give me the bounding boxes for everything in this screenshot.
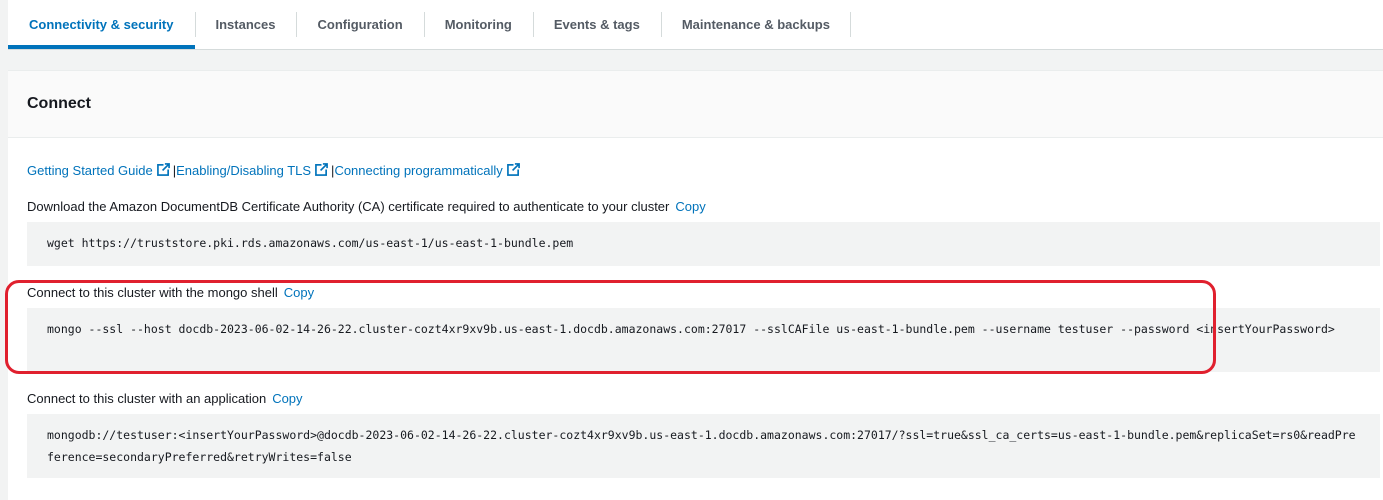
- tab-label: Monitoring: [444, 17, 512, 32]
- connecting-programmatically-link[interactable]: Connecting programmatically: [334, 163, 522, 178]
- ca-download-command[interactable]: wget https://truststore.pki.rds.amazonaw…: [27, 222, 1380, 266]
- getting-started-guide-link[interactable]: Getting Started Guide: [27, 163, 173, 178]
- copy-mongo-shell-command-button[interactable]: Copy: [284, 285, 314, 300]
- mongo-shell-label: Connect to this cluster with the mongo s…: [27, 285, 278, 300]
- tab-maintenance-backups[interactable]: Maintenance & backups: [660, 0, 852, 49]
- tab-label: Events & tags: [553, 17, 640, 32]
- ca-certificate-label: Download the Amazon DocumentDB Certifica…: [27, 199, 670, 214]
- doc-links: Getting Started Guide |Enabling/Disabling…: [27, 163, 523, 178]
- tab-configuration[interactable]: Configuration: [296, 0, 423, 49]
- tab-label: Maintenance & backups: [681, 17, 830, 32]
- ca-certificate-label-row: Download the Amazon DocumentDB Certifica…: [27, 199, 706, 214]
- enabling-disabling-tls-link[interactable]: Enabling/Disabling TLS: [176, 163, 331, 178]
- application-label: Connect to this cluster with an applicat…: [27, 391, 267, 406]
- tab-connectivity-security[interactable]: Connectivity & security: [8, 0, 195, 49]
- panel-header: Connect: [8, 71, 1383, 138]
- tab-label: Connectivity & security: [29, 17, 174, 32]
- connect-panel: Connect Getting Started Guide |Enabling/D…: [8, 70, 1383, 500]
- panel-title: Connect: [27, 95, 91, 112]
- copy-ca-command-button[interactable]: Copy: [675, 199, 705, 214]
- external-link-icon: [156, 163, 170, 176]
- tab-label: Instances: [215, 17, 276, 32]
- external-link-icon: [506, 163, 520, 176]
- active-tab-indicator: [8, 45, 195, 49]
- tab-monitoring[interactable]: Monitoring: [423, 0, 533, 49]
- mongo-shell-command[interactable]: mongo --ssl --host docdb-2023-06-02-14-2…: [27, 308, 1380, 372]
- application-label-row: Connect to this cluster with an applicat…: [27, 391, 303, 406]
- tab-bar: Connectivity & security Instances Config…: [8, 0, 1383, 50]
- tab-instances[interactable]: Instances: [194, 0, 297, 49]
- tab-label: Configuration: [317, 17, 403, 32]
- tab-events-tags[interactable]: Events & tags: [532, 0, 661, 49]
- copy-connection-string-button[interactable]: Copy: [272, 391, 302, 406]
- external-link-icon: [315, 163, 329, 176]
- application-connection-string[interactable]: mongodb://testuser:<insertYourPassword>@…: [27, 414, 1380, 478]
- mongo-shell-label-row: Connect to this cluster with the mongo s…: [27, 285, 314, 300]
